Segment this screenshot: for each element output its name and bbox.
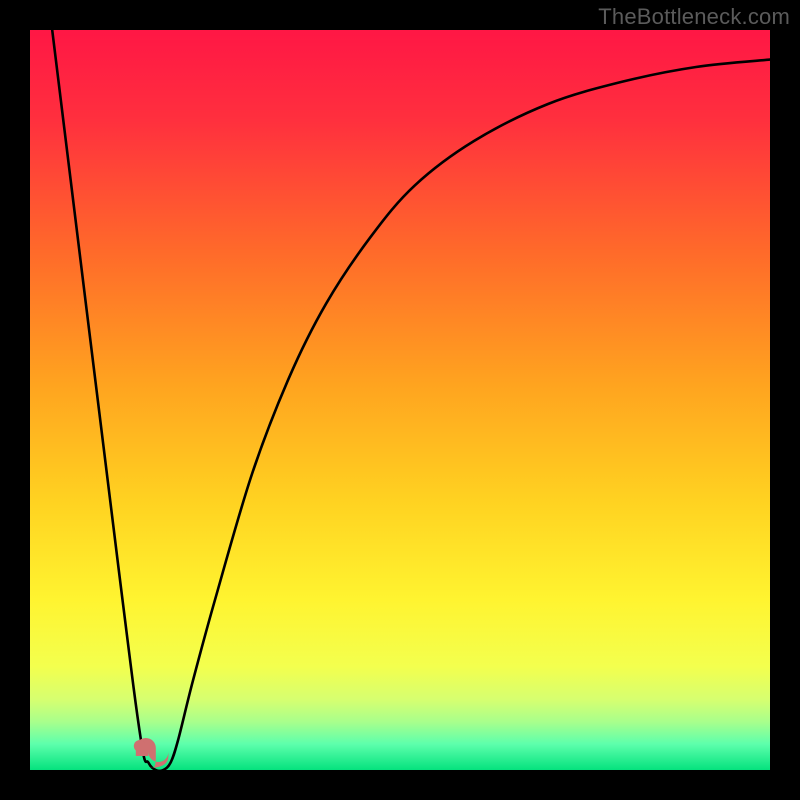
gradient-background [30, 30, 770, 770]
plot-area [30, 30, 770, 770]
bottleneck-chart [30, 30, 770, 770]
optimal-marker-dot [134, 740, 146, 752]
watermark-label: TheBottleneck.com [598, 4, 790, 30]
chart-frame: TheBottleneck.com [0, 0, 800, 800]
